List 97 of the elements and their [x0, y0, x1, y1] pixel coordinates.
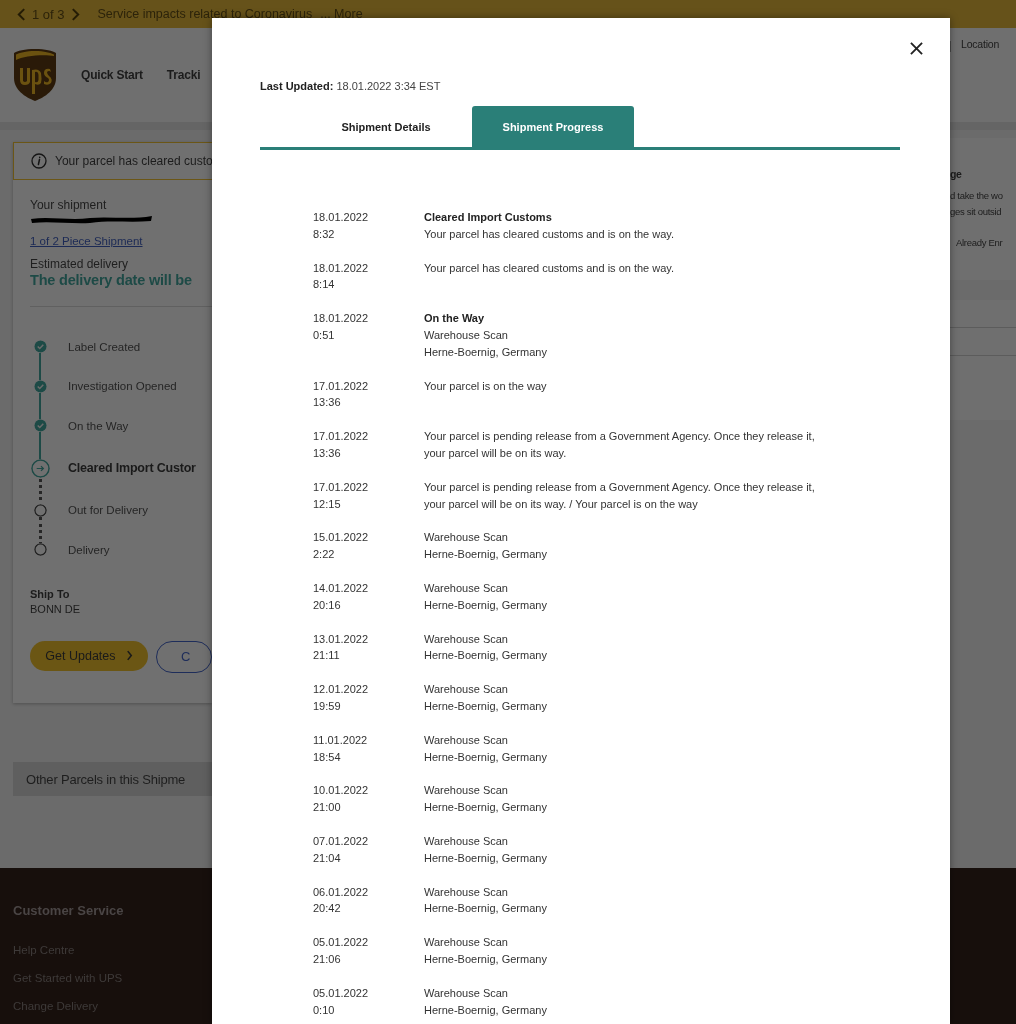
event-description: Your parcel has cleared customs and is on the way. [424, 260, 676, 276]
event-date: 15.01.2022 [313, 530, 370, 546]
event-description: Herne-Boernig, Germany [424, 698, 548, 714]
event-time: 8:32 [313, 226, 336, 242]
event-time: 12:15 [313, 496, 342, 512]
step-label: Investigation Opened [68, 380, 177, 393]
panel-link[interactable]: Already Enr [956, 237, 1016, 248]
footer-heading: Customer Service [13, 903, 124, 918]
redaction-scribble-icon [30, 213, 154, 225]
event-description: Warehouse Scan [424, 833, 509, 849]
event-description: Herne-Boernig, Germany [424, 749, 548, 765]
event-title: Cleared Import Customs [424, 210, 553, 225]
event-description: Herne-Boernig, Germany [424, 850, 548, 866]
event-date: 13.01.2022 [313, 631, 370, 647]
event-description: Warehouse Scan [424, 328, 509, 343]
event-date: 14.01.2022 [313, 580, 370, 596]
info-icon [31, 153, 47, 169]
step-label: Cleared Import Custor [68, 461, 196, 475]
event-date: 17.01.2022 [313, 378, 370, 394]
event-time: 2:22 [313, 547, 336, 563]
event-description: Herne-Boernig, Germany [424, 800, 548, 816]
event-description: Your parcel is pending release from a Government Agency. Once they release it, your parcel will be on its way. / Your parcel is on the way [424, 479, 816, 512]
event-date: 07.01.2022 [313, 833, 370, 849]
event-date: 18.01.2022 [313, 260, 370, 276]
step-label: Out for Delivery [68, 504, 148, 517]
event-date: 17.01.2022 [313, 429, 370, 445]
panel-text: ges sit outsid [950, 205, 1003, 219]
announcement-text: Service impacts related to Coronavirus [97, 7, 313, 21]
last-updated-text: Last Updated: 18.01.2022 3:34 EST [260, 80, 442, 92]
event-time: 13:36 [313, 445, 342, 461]
event-description: Warehouse Scan [424, 682, 509, 698]
ship-to-value: BONN DE [30, 602, 82, 615]
event-time: 21:04 [313, 850, 342, 866]
event-date: 17.01.2022 [313, 479, 370, 495]
event-description: Herne-Boernig, Germany [424, 547, 548, 563]
event-time: 20:42 [313, 901, 342, 917]
shipment-label: Your shipment [30, 198, 108, 212]
event-date: 05.01.2022 [313, 985, 370, 1001]
event-time: 21:00 [313, 800, 342, 816]
event-time: 8:14 [313, 277, 336, 293]
event-date: 18.01.2022 [313, 210, 370, 225]
announcement-counter: 1 of 3 [32, 6, 65, 22]
event-description: Warehouse Scan [424, 530, 509, 546]
next-icon[interactable] [70, 7, 80, 21]
step-label: On the Way [68, 419, 129, 432]
nav-link[interactable]: Location [961, 38, 1000, 50]
event-time: 21:06 [313, 951, 342, 967]
panel-title: ge [950, 168, 963, 180]
event-description: Your parcel is pending release from a Government Agency. Once they release it, your parcel will be on its way. [424, 429, 816, 461]
event-time: 13:36 [313, 395, 342, 411]
event-description: Herne-Boernig, Germany [424, 951, 548, 967]
event-description: Warehouse Scan [424, 884, 509, 900]
event-description: Herne-Boernig, Germany [424, 597, 548, 613]
event-description: Herne-Boernig, Germany [424, 648, 548, 664]
panel-text: d take the wo [950, 189, 1004, 203]
piece-shipment-link[interactable]: 1 of 2 Piece Shipment [30, 235, 212, 247]
shield-logo-icon[interactable] [13, 48, 57, 102]
event-description: Warehouse Scan [424, 783, 509, 799]
event-description: Your parcel is on the way [424, 378, 548, 394]
event-time: 18:54 [313, 749, 342, 765]
event-description: Warehouse Scan [424, 985, 509, 1001]
tab[interactable]: Shipment Details [300, 106, 472, 147]
event-time: 21:11 [313, 648, 341, 664]
event-time: 19:59 [313, 698, 342, 714]
event-description: Warehouse Scan [424, 631, 509, 647]
event-date: 06.01.2022 [313, 884, 370, 900]
previous-icon[interactable] [17, 7, 26, 21]
event-date: 05.01.2022 [313, 935, 370, 951]
event-time: 0:10 [313, 1002, 336, 1018]
event-description: Herne-Boernig, Germany [424, 1002, 548, 1018]
event-date: 12.01.2022 [313, 682, 370, 698]
close-icon[interactable] [910, 42, 923, 55]
event-date: 10.01.2022 [313, 783, 370, 799]
event-description: Herne-Boernig, Germany [424, 344, 548, 360]
event-description: Herne-Boernig, Germany [424, 901, 548, 917]
other-parcels-heading[interactable]: Other Parcels in this Shipme [13, 762, 212, 796]
more-link[interactable]: ... More [320, 7, 363, 21]
nav-link[interactable]: Tracki [166, 68, 201, 82]
event-date: 18.01.2022 [313, 311, 370, 327]
estimated-delivery-value: The delivery date will be [30, 272, 193, 288]
event-description: Warehouse Scan [424, 580, 509, 596]
tab[interactable]: Shipment Progress [472, 106, 634, 147]
get-updates-button[interactable]: Get Updates [30, 640, 148, 671]
chevron-icon [125, 650, 133, 661]
event-date: 11.01.2022 [313, 732, 369, 748]
estimated-delivery-label: Estimated delivery [30, 257, 130, 271]
event-description: Warehouse Scan [424, 935, 509, 951]
event-time: 20:16 [313, 597, 342, 613]
step-label: Label Created [68, 340, 141, 353]
alert-text: Your parcel has cleared custo [55, 154, 212, 168]
event-time: 0:51 [313, 328, 336, 343]
event-description: Warehouse Scan [424, 732, 509, 748]
step-label: Delivery [68, 543, 110, 556]
ship-to-label: Ship To [30, 587, 71, 600]
event-description: Your parcel has cleared customs and is on the way. [424, 226, 676, 242]
nav-link[interactable]: Quick Start [81, 68, 143, 82]
event-title: On the Way [424, 311, 486, 327]
